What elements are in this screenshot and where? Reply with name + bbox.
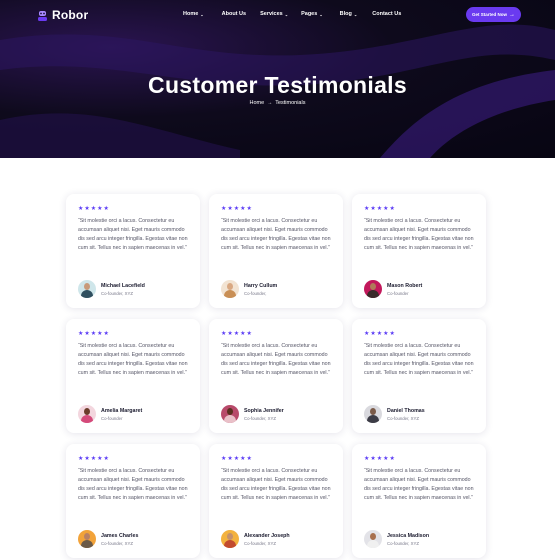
testimonial-card: ★★★★★ “Sit molestie orci a lacus. Consec… [209,194,343,308]
testimonial-quote: “Sit molestie orci a lacus. Consectetur … [78,343,188,377]
avatar [78,530,96,548]
star-rating: ★★★★★ [78,456,110,462]
breadcrumb-home[interactable]: Home [250,100,265,106]
nav-services[interactable]: Services ⌄ [260,11,288,17]
robot-logo-icon [37,9,48,21]
testimonial-quote: “Sit molestie orci a lacus. Consectetur … [221,218,331,252]
avatar [364,405,382,423]
testimonial-card: ★★★★★ “Sit molestie orci a lacus. Consec… [66,194,200,308]
chevron-down-icon: ⌄ [319,11,323,17]
author-name: Alexander Joseph [244,532,290,539]
testimonial-author: Alexander Joseph Co-founder, XYZ [221,530,290,548]
author-name: Amelia Margaret [101,407,143,414]
testimonial-author: Harry Cullum Co-founder, [221,280,277,298]
testimonial-card: ★★★★★ “Sit molestie orci a lacus. Consec… [352,444,486,558]
author-role: Co-founder, XYZ [387,415,420,421]
author-name: Harry Cullum [244,282,278,289]
author-role: Co-founder, XYZ [387,540,420,546]
testimonial-card: ★★★★★ “Sit molestie orci a lacus. Consec… [66,444,200,558]
chevron-down-icon: ⌄ [353,11,358,17]
star-rating: ★★★★★ [221,456,253,462]
nav-home[interactable]: Home ⌄ [183,11,204,17]
testimonial-quote: “Sit molestie orci a lacus. Consectetur … [364,343,474,377]
testimonial-author: Mason Robert Co-founder [364,280,422,298]
avatar [221,405,239,423]
author-role: Co-founder, XYZ [244,540,277,546]
testimonial-author: Amelia Margaret Co-founder [78,405,142,423]
star-rating: ★★★★★ [78,206,110,212]
author-name: Michael Lacefield [101,282,145,289]
testimonial-quote: “Sit molestie orci a lacus. Consectetur … [78,468,188,502]
nav-contact[interactable]: Contact Us [372,11,401,17]
get-started-label: Get Started Now [471,12,507,17]
star-rating: ★★★★★ [221,331,253,337]
logo-text: Robor [52,8,89,22]
testimonial-quote: “Sit molestie orci a lacus. Consectetur … [221,468,331,502]
author-name: Jessica Madison [387,532,430,539]
testimonial-card: ★★★★★ “Sit molestie orci a lacus. Consec… [209,444,343,558]
breadcrumb: Home → Testimonials [0,100,555,106]
author-role: Co-founder, XYZ [101,540,134,546]
testimonial-card: ★★★★★ “Sit molestie orci a lacus. Consec… [66,319,200,433]
author-name: Daniel Thomas [387,407,425,414]
testimonial-card: ★★★★★ “Sit molestie orci a lacus. Consec… [352,319,486,433]
nav-blog-label: Blog [339,11,352,17]
avatar [364,280,382,298]
avatar [78,405,96,423]
author-name: Mason Robert [387,282,423,289]
nav-about-label: About Us [221,11,247,17]
testimonial-quote: “Sit molestie orci a lacus. Consectetur … [364,218,474,252]
hero-section: Robor Home ⌄ About Us Services ⌄ Pages ⌄ Bl… [0,0,555,158]
testimonial-author: Sophia Jennifer Co-founder, XYZ [221,405,284,423]
testimonial-card: ★★★★★ “Sit molestie orci a lacus. Consec… [209,319,343,433]
author-role: Co-founder, [244,290,267,296]
star-rating: ★★★★★ [78,331,110,337]
testimonial-author: Daniel Thomas Co-founder, XYZ [364,405,425,423]
author-name: Sophia Jennifer [244,407,284,414]
nav-pages-label: Pages [301,11,318,17]
star-rating: ★★★★★ [364,206,396,212]
author-role: Co-founder, XYZ [244,415,277,421]
testimonial-quote: “Sit molestie orci a lacus. Consectetur … [221,343,331,377]
avatar [221,530,239,548]
avatar [78,280,96,298]
arrow-right-icon: → [509,11,515,18]
testimonial-author: James Charles Co-founder, XYZ [78,530,138,548]
breadcrumb-current: Testimonials [275,100,306,106]
page-title: Customer Testimonials [148,72,407,98]
avatar [364,530,382,548]
top-navbar: Robor Home ⌄ About Us Services ⌄ Pages ⌄ Bl… [0,0,555,30]
star-rating: ★★★★★ [364,456,396,462]
logo[interactable]: Robor [37,8,88,22]
nav-blog[interactable]: Blog ⌄ [340,11,358,17]
author-name: James Charles [101,532,139,539]
nav-services-label: Services [260,11,283,17]
get-started-button[interactable]: Get Started Now → [466,7,521,22]
chevron-down-icon: ⌄ [200,11,204,17]
testimonial-author: Michael Lacefield Co-founder, XYZ [78,280,145,298]
chevron-down-icon: ⌄ [284,11,289,17]
star-rating: ★★★★★ [221,206,253,212]
testimonial-card: ★★★★★ “Sit molestie orci a lacus. Consec… [352,194,486,308]
testimonial-quote: “Sit molestie orci a lacus. Consectetur … [364,468,474,502]
breadcrumb-arrow-icon: → [267,100,273,106]
author-role: Co-founder, XYZ [101,290,134,296]
avatar [221,280,239,298]
main-menu: Home ⌄ About Us Services ⌄ Pages ⌄ Blog ⌄ Co… [183,11,401,17]
nav-home-label: Home [183,11,199,17]
testimonial-author: Jessica Madison Co-founder, XYZ [364,530,429,548]
author-role: Co-founder [101,415,123,421]
nav-about[interactable]: About Us [222,11,246,17]
author-role: Co-founder [387,290,409,296]
testimonial-quote: “Sit molestie orci a lacus. Consectetur … [78,218,188,252]
nav-pages[interactable]: Pages ⌄ [301,11,323,17]
star-rating: ★★★★★ [364,331,396,337]
nav-contact-label: Contact Us [372,11,402,17]
